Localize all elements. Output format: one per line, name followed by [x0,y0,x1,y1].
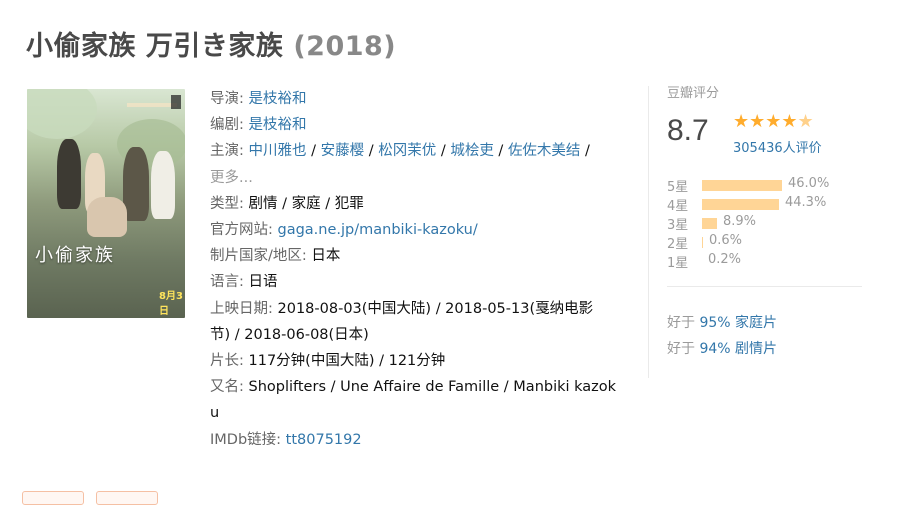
rating-dist-label: 3星 [667,218,689,233]
genre-value: 剧情 / 家庭 / 犯罪 [248,195,364,212]
country-value: 日本 [311,248,341,265]
rating-dist-percent: 0.2% [708,252,742,267]
better-than-row: 好于 94% 剧情片 [667,341,778,357]
rating-dist-row: 1星 0.2% [667,252,867,271]
rating-label: 豆瓣评分 [667,86,720,101]
page-title: 小偷家族 万引き家族 (2018) [26,24,396,63]
rating-dist-row: 4星 44.3% [667,195,867,214]
better-than-row: 好于 95% 家庭片 [667,315,778,331]
rating-stars-icon: ★★★★★ [733,111,814,132]
director-link[interactable]: 是枝裕和 [249,91,307,107]
country-label: 制片国家/地区: [210,248,307,265]
rating-dist-bar [702,218,717,229]
cast-label: 主演 [210,143,239,160]
rating-dist-percent: 0.6% [709,233,743,248]
cast-link[interactable]: 中川雅也 [249,143,307,159]
website-link[interactable]: gaga.ne.jp/manbiki-kazoku/ [278,222,478,238]
rating-dist-label: 4星 [667,199,689,214]
language-value: 日语 [248,274,278,291]
country-row: 制片国家/地区: 日本 [210,243,630,269]
movie-title: 小偷家族 万引き家族 [26,31,284,62]
aka-label: 又名: [210,379,244,396]
better-than-link[interactable]: 94% 剧情片 [699,341,777,357]
action-button[interactable] [96,491,158,505]
imdb-row: IMDb链接: tt8075192 [210,427,630,453]
action-button[interactable] [22,491,84,505]
rating-divider [667,286,862,287]
language-label: 语言: [210,274,244,291]
runtime-label: 片长: [210,353,244,370]
rating-dist-percent: 44.3% [785,195,827,210]
poster-title: 小偷家族 [35,245,115,266]
better-than-link[interactable]: 95% 家庭片 [699,315,777,331]
rating-dist-bar [702,180,782,191]
genre-row: 类型: 剧情 / 家庭 / 犯罪 [210,191,630,217]
rating-dist-bar [702,237,703,248]
release-value: 2018-08-03(中国大陆) / 2018-05-13(戛纳电影 [277,300,594,317]
runtime-row: 片长: 117分钟(中国大陆) / 121分钟 [210,348,630,374]
release-label: 上映日期: [210,300,273,317]
rating-dist-row: 3星 8.9% [667,214,867,233]
writer-row: 编剧: 是枝裕和 [210,117,307,134]
rating-dist-percent: 46.0% [788,176,830,191]
imdb-label: IMDb链接: [210,431,282,448]
section-divider [648,86,649,378]
rating-dist-label: 2星 [667,237,689,252]
aka-value: Shoplifters / Une Affaire de Famille / M… [248,379,617,396]
writer-link[interactable]: 是枝裕和 [249,117,307,133]
rating-dist-bar [702,199,779,210]
language-row: 语言: 日语 [210,269,630,295]
rating-dist-row: 2星 0.6% [667,233,867,252]
rating-dist-percent: 8.9% [723,214,757,229]
movie-info: 导演: 是枝裕和 编剧: 是枝裕和 主演: 中川雅也 / 安藤樱 / 松冈茉优 … [210,86,630,453]
cast-more-link[interactable]: 更多... [210,170,253,186]
runtime-value: 117分钟(中国大陆) / 121分钟 [248,353,446,370]
release-row: 上映日期: 2018-08-03(中国大陆) / 2018-05-13(戛纳电影 [210,296,630,322]
rating-score: 8.7 [667,114,709,147]
genre-label: 类型: [210,195,244,212]
movie-year: (2018) [293,31,397,62]
cast-link[interactable]: 城桧吏 [450,143,494,159]
director-row: 导演: 是枝裕和 [210,91,307,107]
aka-row: 又名: Shoplifters / Une Affaire de Famille… [210,374,630,400]
aka-value-cont: u [210,405,220,422]
release-value-cont: 节) / 2018-06-08(日本) [210,326,369,343]
cast-link[interactable]: 安藤樱 [321,143,365,159]
rating-dist-label: 1星 [667,256,689,271]
cast-row: 主演: 中川雅也 / 安藤樱 / 松冈茉优 / 城桧吏 / 佐佐木美结 / [210,143,590,160]
rating-distribution: 5星 46.0% 4星 44.3% 3星 8.9% 2星 0.6% 1星 0.2% [667,176,867,271]
votes-link[interactable]: 305436人评价 [733,137,822,156]
director-label: 导演 [210,91,239,107]
cast-link[interactable]: 松冈茉优 [378,143,436,159]
rating-panel: 豆瓣评分 8.7 ★★★★★ 305436人评价 5星 46.0% 4星 44.3% 3… [667,82,867,357]
website-label: 官方网站: [210,222,273,239]
rating-dist-label: 5星 [667,180,689,195]
imdb-link[interactable]: tt8075192 [286,432,362,448]
cast-link[interactable]: 佐佐木美结 [508,143,581,159]
better-than: 好于 95% 家庭片 好于 94% 剧情片 [667,310,777,362]
website-row: 官方网站: gaga.ne.jp/manbiki-kazoku/ [210,217,630,243]
writer-label: 编剧 [210,117,239,134]
poster-date: 8月3日 [159,291,183,317]
rating-dist-row: 5星 46.0% [667,176,867,195]
movie-poster[interactable]: 小偷家族 8月3日 [27,89,185,318]
